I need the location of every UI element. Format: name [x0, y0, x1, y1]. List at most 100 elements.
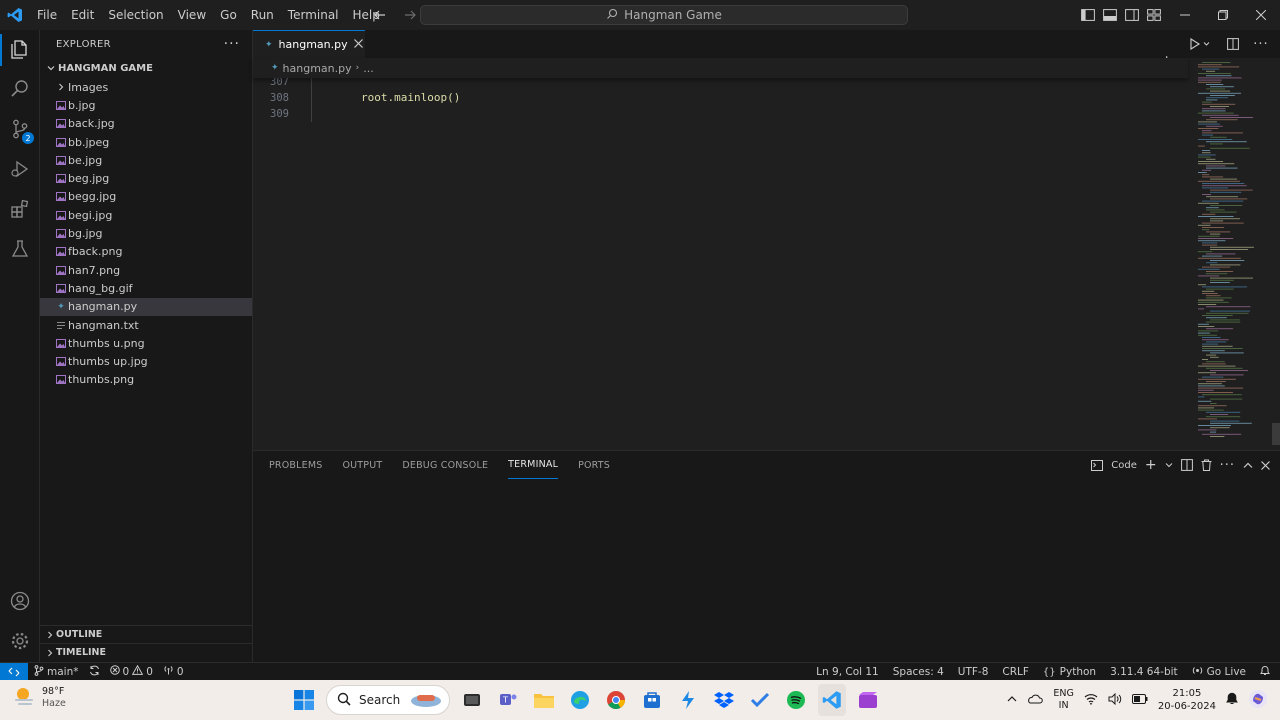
file-item[interactable]: ✦ hangman.py: [40, 297, 252, 316]
file-item[interactable]: begg.jpg: [40, 188, 252, 206]
teams-icon[interactable]: T: [494, 684, 522, 716]
notifications-bell-icon[interactable]: [1260, 665, 1270, 679]
panel-tab-ports[interactable]: PORTS: [578, 451, 610, 479]
outline-section[interactable]: OUTLINE: [40, 625, 253, 643]
panel-tab-debug-console[interactable]: DEBUG CONSOLE: [402, 451, 488, 479]
menu-run[interactable]: Run: [244, 0, 281, 30]
close-window-icon[interactable]: [1242, 0, 1280, 30]
code-line[interactable]: 309: [253, 106, 1189, 122]
extensions-activity[interactable]: [0, 190, 40, 230]
file-item[interactable]: b.jpg: [40, 96, 252, 114]
menu-file[interactable]: File: [30, 0, 64, 30]
panel-tab-problems[interactable]: PROBLEMS: [269, 451, 322, 479]
menu-view[interactable]: View: [171, 0, 213, 30]
input-language[interactable]: ENG IN: [1053, 688, 1073, 712]
folder-item[interactable]: Images: [40, 78, 252, 96]
file-item[interactable]: begi.jpg: [40, 206, 252, 224]
edge-browser-icon[interactable]: [566, 684, 594, 716]
branch-status[interactable]: main*: [34, 664, 79, 679]
close-tab-icon[interactable]: [353, 38, 363, 51]
python-interpreter[interactable]: 3.11.4 64-bit: [1110, 666, 1178, 678]
chevron-down-icon[interactable]: [1165, 461, 1173, 469]
clock[interactable]: 21:05 20-06-2024: [1158, 687, 1216, 713]
weather-widget[interactable]: 98°F Haze: [12, 685, 66, 710]
explorer-activity[interactable]: [0, 30, 40, 70]
language-mode[interactable]: {} Python: [1043, 666, 1096, 678]
go-live-button[interactable]: Go Live: [1192, 665, 1246, 679]
workspace-folder-header[interactable]: HANGMAN GAME: [40, 58, 252, 78]
file-item[interactable]: back.jpg: [40, 115, 252, 133]
code-line[interactable]: 308 root.mainloop(): [253, 90, 1189, 106]
clipchamp-icon[interactable]: [854, 684, 882, 716]
tab-hangman-py[interactable]: ✦ hangman.py: [253, 30, 365, 58]
windows-start-icon[interactable]: [290, 684, 318, 716]
manage-activity[interactable]: [0, 622, 40, 662]
file-item[interactable]: bb.jpeg: [40, 133, 252, 151]
forward-arrow-icon[interactable]: [400, 5, 420, 25]
volume-icon[interactable]: [1108, 692, 1122, 708]
close-panel-icon[interactable]: [1261, 460, 1270, 470]
file-item[interactable]: hangman.txt: [40, 316, 252, 334]
trash-icon[interactable]: [1201, 459, 1212, 471]
command-center[interactable]: Hangman Game: [420, 5, 908, 25]
file-item[interactable]: thumbs.png: [40, 371, 252, 389]
run-debug-activity[interactable]: [0, 150, 40, 190]
file-item[interactable]: han7.png: [40, 261, 252, 279]
more-editor-actions-icon[interactable]: ···: [1252, 34, 1270, 54]
store-icon[interactable]: [638, 684, 666, 716]
onedrive-icon[interactable]: [1027, 693, 1044, 708]
customize-layout-icon[interactable]: [1146, 5, 1162, 25]
problems-status[interactable]: 0 0: [109, 664, 153, 678]
menu-selection[interactable]: Selection: [101, 0, 170, 30]
file-item[interactable]: beg.jpg: [40, 169, 252, 187]
file-item[interactable]: hang_bg.gif: [40, 279, 252, 297]
maximize-panel-icon[interactable]: [1243, 461, 1253, 469]
breadcrumb-symbols[interactable]: ...: [363, 62, 374, 75]
panel-tab-output[interactable]: OUTPUT: [342, 451, 382, 479]
todo-icon[interactable]: [746, 684, 774, 716]
chrome-browser-icon[interactable]: [602, 684, 630, 716]
copilot-icon[interactable]: [1248, 689, 1268, 712]
split-editor-icon[interactable]: [1224, 34, 1242, 54]
remote-indicator[interactable]: [0, 662, 28, 681]
spotify-icon[interactable]: [782, 684, 810, 716]
taskbar-search[interactable]: Search: [326, 685, 450, 715]
toggle-secondary-sidebar-icon[interactable]: [1124, 5, 1140, 25]
file-item[interactable]: thumbs u.png: [40, 334, 252, 352]
menu-terminal[interactable]: Terminal: [281, 0, 346, 30]
line-endings[interactable]: CRLF: [1002, 666, 1029, 678]
wifi-icon[interactable]: [1084, 693, 1098, 708]
file-item[interactable]: fback.png: [40, 243, 252, 261]
file-explorer-icon[interactable]: [530, 684, 558, 716]
source-control-activity[interactable]: 2: [0, 110, 40, 150]
ports-status[interactable]: 0: [163, 665, 184, 678]
minimize-icon[interactable]: [1166, 0, 1204, 30]
more-actions-icon[interactable]: ···: [224, 36, 240, 52]
file-item[interactable]: bg.jpg: [40, 224, 252, 242]
code-editor[interactable]: 306score_board.withdraw()307308root.main…: [253, 58, 1280, 450]
task-view-icon[interactable]: [458, 684, 486, 716]
encoding[interactable]: UTF-8: [958, 666, 989, 678]
back-arrow-icon[interactable]: [370, 5, 390, 25]
more-panel-actions-icon[interactable]: ···: [1220, 458, 1235, 473]
notification-bell-icon[interactable]: [1226, 692, 1238, 708]
editor-scrollbar[interactable]: [1272, 423, 1280, 445]
testing-activity[interactable]: [0, 230, 40, 270]
toggle-primary-sidebar-icon[interactable]: [1080, 5, 1096, 25]
menu-edit[interactable]: Edit: [64, 0, 101, 30]
battery-icon[interactable]: [1131, 693, 1148, 707]
file-item[interactable]: thumbs up.jpg: [40, 352, 252, 370]
power-automate-icon[interactable]: [674, 684, 702, 716]
sync-icon[interactable]: [89, 665, 100, 679]
toggle-panel-icon[interactable]: [1102, 5, 1118, 25]
run-python-icon[interactable]: [1186, 34, 1214, 54]
dropbox-icon[interactable]: [710, 684, 738, 716]
restore-icon[interactable]: [1204, 0, 1242, 30]
vscode-taskbar-icon[interactable]: [818, 684, 846, 716]
accounts-activity[interactable]: [0, 582, 40, 622]
timeline-section[interactable]: TIMELINE: [40, 643, 253, 661]
split-terminal-icon[interactable]: [1180, 459, 1193, 471]
indentation[interactable]: Spaces: 4: [893, 666, 944, 678]
panel-tab-terminal[interactable]: TERMINAL: [508, 451, 559, 479]
menu-go[interactable]: Go: [213, 0, 244, 30]
